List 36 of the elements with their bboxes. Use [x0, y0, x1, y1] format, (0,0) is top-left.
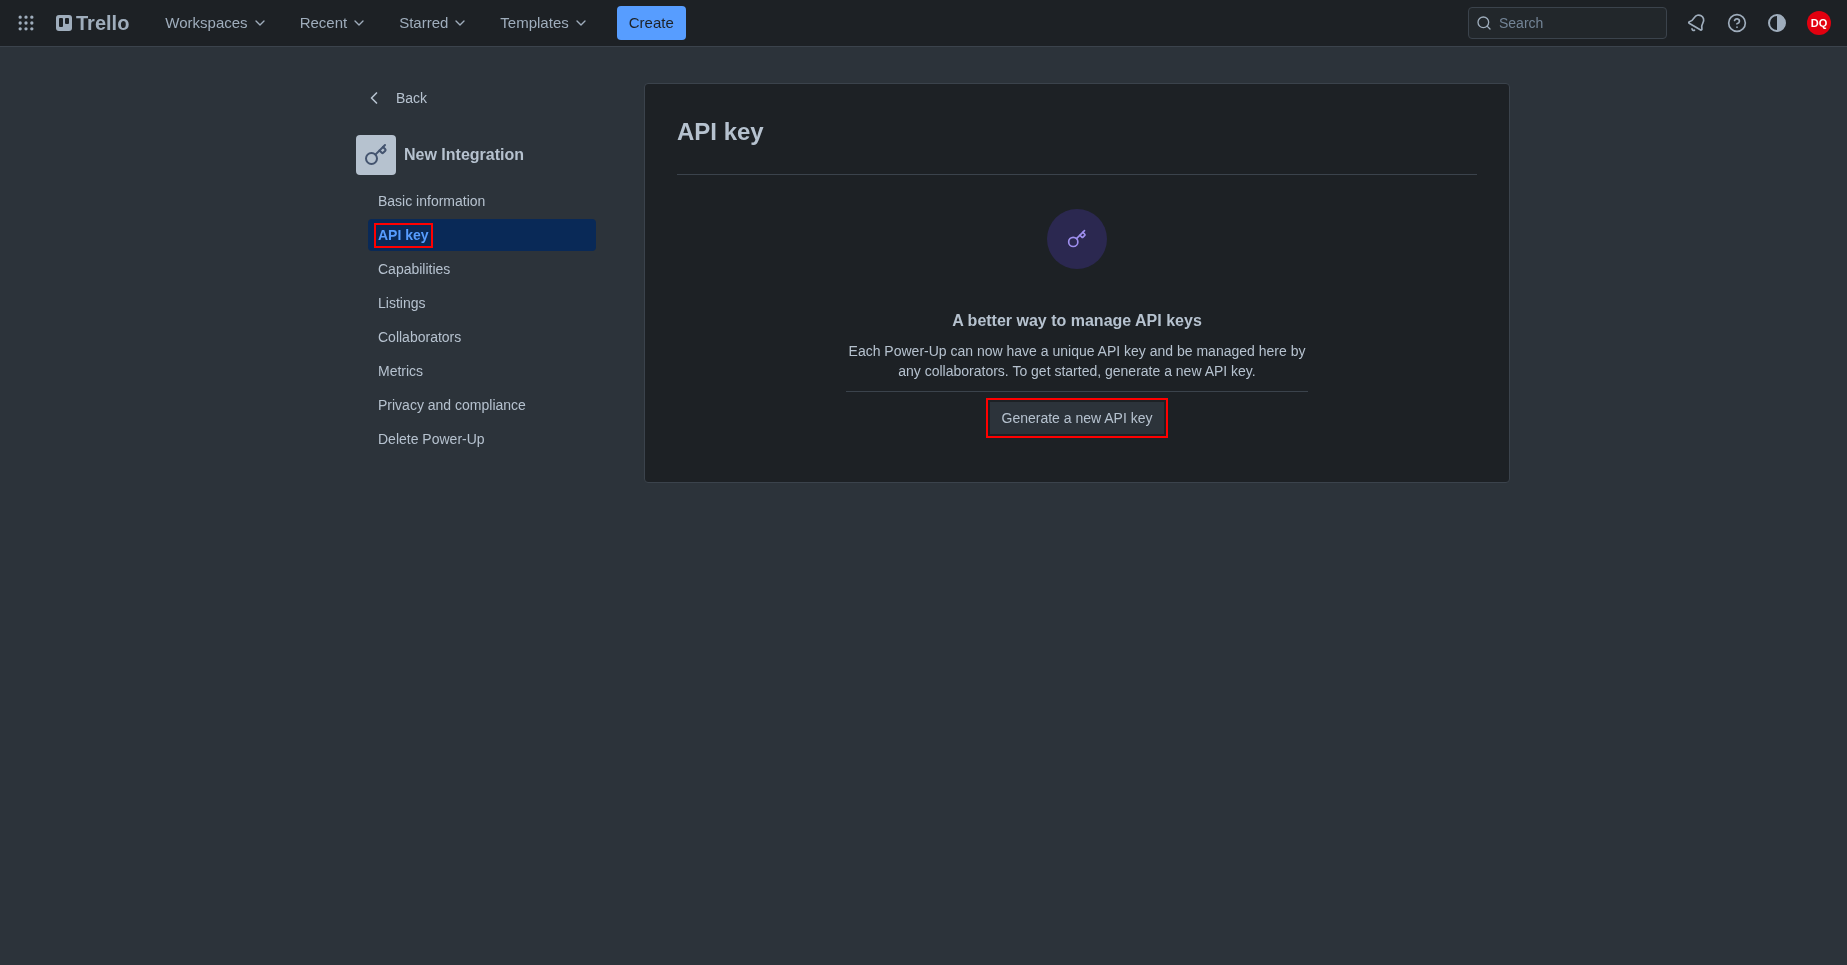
sidebar-item[interactable]: Metrics	[368, 355, 596, 387]
highlight-frame: Listings	[376, 292, 428, 314]
nav-menu[interactable]: Workspaces	[153, 5, 280, 41]
create-button[interactable]: Create	[616, 5, 686, 41]
back-link[interactable]: Back	[364, 83, 596, 113]
page-title: API key	[677, 114, 1477, 175]
nav-menu[interactable]: Templates	[488, 5, 601, 41]
highlight-frame: Metrics	[376, 360, 426, 382]
help-icon[interactable]	[1727, 13, 1747, 33]
sidebar-item[interactable]: API key	[368, 219, 596, 251]
sidebar-item[interactable]: Basic information	[368, 185, 596, 217]
highlight-frame: API key	[376, 224, 431, 246]
highlight-frame: Privacy and compliance	[376, 394, 528, 416]
sidebar-item[interactable]: Collaborators	[368, 321, 596, 353]
sidebar-item[interactable]: Delete Power-Up	[368, 423, 596, 455]
sidebar-item[interactable]: Privacy and compliance	[368, 389, 596, 421]
logo-icon	[56, 15, 72, 31]
nav-menu[interactable]: Recent	[287, 5, 380, 41]
key-icon	[364, 143, 388, 167]
nav-menu[interactable]: Starred	[387, 5, 481, 41]
search-field[interactable]: Search	[1468, 7, 1667, 39]
app-switcher-icon[interactable]	[16, 13, 36, 33]
highlight-frame: Basic information	[376, 190, 488, 212]
key-icon	[1067, 229, 1087, 249]
sidebar-item[interactable]: Capabilities	[368, 253, 596, 285]
highlight-frame: Delete Power-Up	[376, 428, 487, 450]
highlight-frame: Capabilities	[376, 258, 453, 280]
empty-state-description: Each Power-Up can now have a unique API key and be managed here by any collaborators. To get started, generate a new API key.	[847, 342, 1307, 381]
logo-text[interactable]: Trello	[76, 8, 130, 38]
user-avatar[interactable]: DQ	[1807, 11, 1831, 35]
highlight-frame: Collaborators	[376, 326, 464, 348]
empty-state-heading: A better way to manage API keys	[952, 311, 1202, 331]
sidebar-item[interactable]: Listings	[368, 287, 596, 319]
theme-contrast-icon[interactable]	[1767, 13, 1787, 33]
search-icon	[1476, 15, 1492, 31]
integration-title: New Integration	[404, 145, 524, 165]
